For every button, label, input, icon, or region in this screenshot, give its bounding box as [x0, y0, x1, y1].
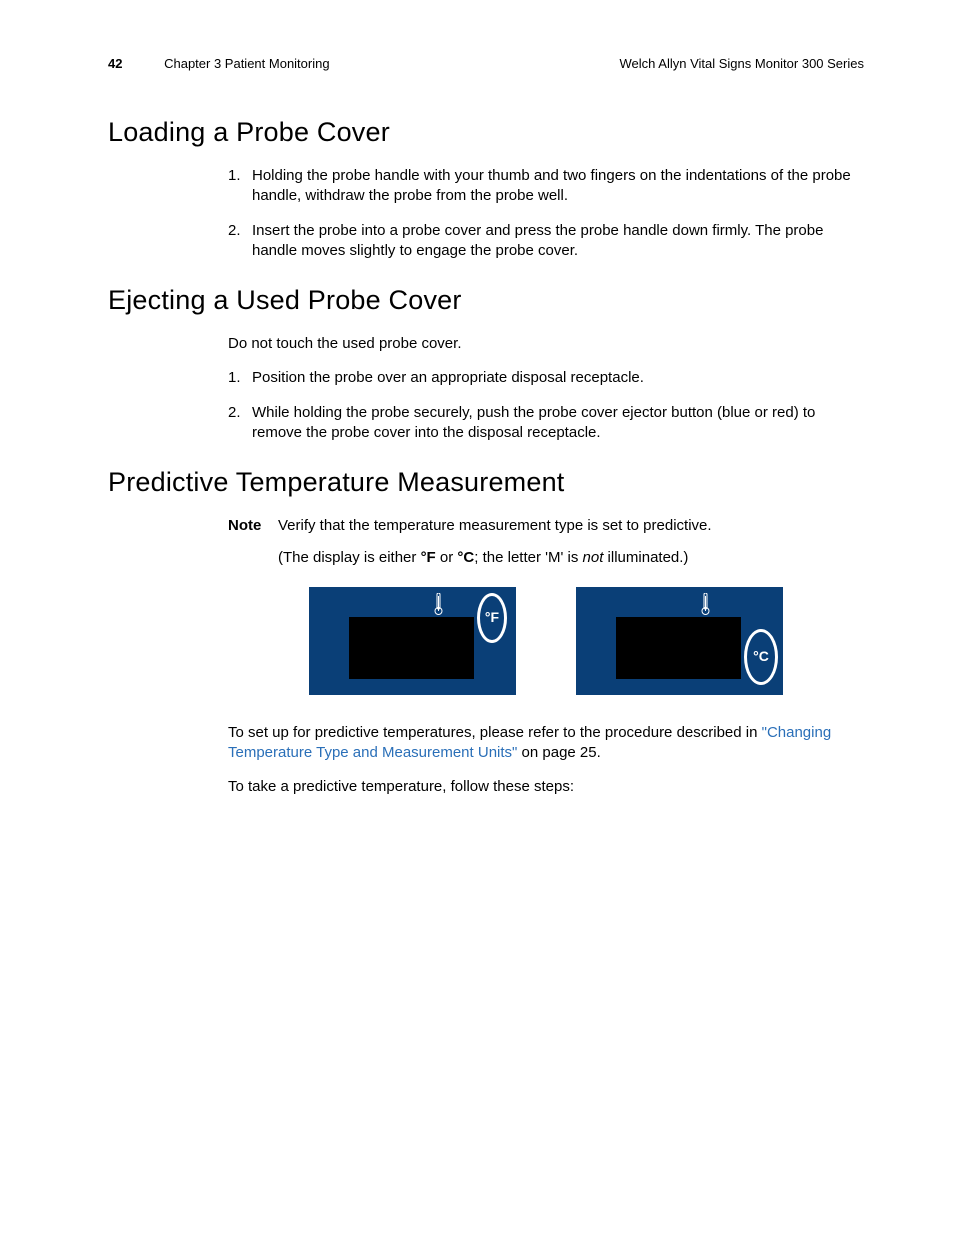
step-text: Insert the probe into a probe cover and …	[252, 222, 823, 259]
display-screen	[616, 617, 741, 679]
text-fragment: (The display is either	[278, 549, 421, 566]
list-item: 2.While holding the probe securely, push…	[228, 403, 864, 444]
intro-text: Do not touch the used probe cover.	[228, 334, 864, 354]
note-label: Note	[228, 516, 278, 536]
text-fragment: on page 25.	[517, 744, 600, 761]
list-item: 1.Position the probe over an appropriate…	[228, 368, 864, 388]
page-header: 42 Chapter 3 Patient Monitoring Welch Al…	[108, 56, 864, 71]
text-fragment: illuminated.)	[603, 549, 688, 566]
text-fragment: ; the letter 'M' is	[474, 549, 582, 566]
unit-label: °F	[485, 608, 499, 627]
unit-label: °C	[753, 647, 769, 666]
section-heading-loading: Loading a Probe Cover	[108, 117, 864, 148]
celsius-indicator: °C	[744, 629, 778, 685]
section3-body: Note Verify that the temperature measure…	[228, 516, 864, 797]
step-text: Holding the probe handle with your thumb…	[252, 167, 851, 204]
display-screen	[349, 617, 474, 679]
text-fragment: To set up for predictive temperatures, p…	[228, 724, 762, 741]
fahrenheit-symbol: °F	[421, 549, 436, 566]
follow-steps-paragraph: To take a predictive temperature, follow…	[228, 777, 864, 797]
not-italic: not	[583, 549, 604, 566]
display-celsius: °C	[576, 587, 783, 695]
display-illustrations: °F °C	[228, 587, 864, 695]
step-text: Position the probe over an appropriate d…	[252, 369, 644, 386]
section-heading-ejecting: Ejecting a Used Probe Cover	[108, 285, 864, 316]
section2-steps: 1.Position the probe over an appropriate…	[228, 368, 864, 443]
section-heading-predictive: Predictive Temperature Measurement	[108, 467, 864, 498]
chapter-title: Chapter 3 Patient Monitoring	[164, 56, 329, 71]
page: 42 Chapter 3 Patient Monitoring Welch Al…	[0, 0, 954, 797]
fahrenheit-indicator: °F	[477, 593, 507, 643]
list-item: 1.Holding the probe handle with your thu…	[228, 166, 864, 207]
note-row: Note Verify that the temperature measure…	[228, 516, 864, 536]
document-title: Welch Allyn Vital Signs Monitor 300 Seri…	[620, 56, 864, 71]
text-fragment: or	[436, 549, 458, 566]
section2-body: Do not touch the used probe cover. 1.Pos…	[228, 334, 864, 443]
note-subtext: (The display is either °F or °C; the let…	[278, 548, 864, 568]
section1-steps: 1.Holding the probe handle with your thu…	[228, 166, 864, 261]
header-left: 42 Chapter 3 Patient Monitoring	[108, 56, 330, 71]
step-text: While holding the probe securely, push t…	[252, 404, 815, 441]
display-fahrenheit: °F	[309, 587, 516, 695]
celsius-symbol: °C	[457, 549, 474, 566]
setup-paragraph: To set up for predictive temperatures, p…	[228, 723, 864, 764]
section1-body: 1.Holding the probe handle with your thu…	[228, 166, 864, 261]
thermometer-icon	[434, 593, 443, 615]
thermometer-icon	[701, 593, 710, 615]
list-item: 2.Insert the probe into a probe cover an…	[228, 221, 864, 262]
note-text: Verify that the temperature measurement …	[278, 516, 864, 536]
page-number: 42	[108, 56, 122, 71]
